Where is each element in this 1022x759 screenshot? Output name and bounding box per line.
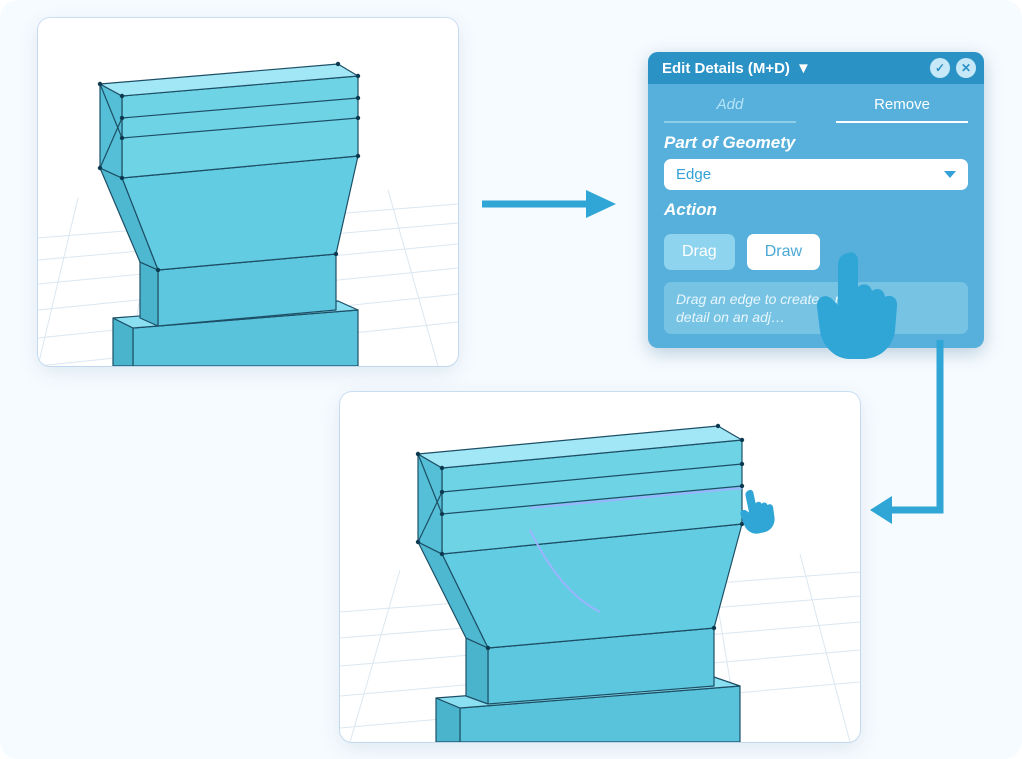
part-of-geometry-label: Part of Geomety [664, 133, 968, 153]
flow-arrow-right [478, 184, 618, 224]
draw-button[interactable]: Draw [747, 234, 820, 270]
hint-text: Drag an edge to create a new detail on a… [664, 282, 968, 334]
model-before [38, 18, 458, 366]
tab-add[interactable]: Add [664, 90, 796, 123]
close-icon[interactable]: ✕ [956, 58, 976, 78]
drag-button[interactable]: Drag [664, 234, 735, 270]
tabs: Add Remove [648, 84, 984, 123]
flow-arrow-down-left [870, 340, 960, 560]
model-after [340, 392, 860, 742]
tab-remove[interactable]: Remove [836, 90, 968, 123]
chevron-down-icon [944, 171, 956, 178]
viewport-after [340, 392, 860, 742]
edit-details-dialog: Edit Details (M+D) ▼ ✓ ✕ Add Remove Part… [648, 52, 984, 348]
confirm-icon[interactable]: ✓ [930, 58, 950, 78]
dialog-header[interactable]: Edit Details (M+D) ▼ ✓ ✕ [648, 52, 984, 84]
action-label: Action [664, 200, 968, 220]
dialog-title: Edit Details (M+D) [662, 60, 790, 77]
dropdown-caret-icon: ▼ [796, 60, 811, 77]
select-value: Edge [676, 166, 711, 183]
part-of-geometry-select[interactable]: Edge [664, 159, 968, 190]
viewport-before [38, 18, 458, 366]
